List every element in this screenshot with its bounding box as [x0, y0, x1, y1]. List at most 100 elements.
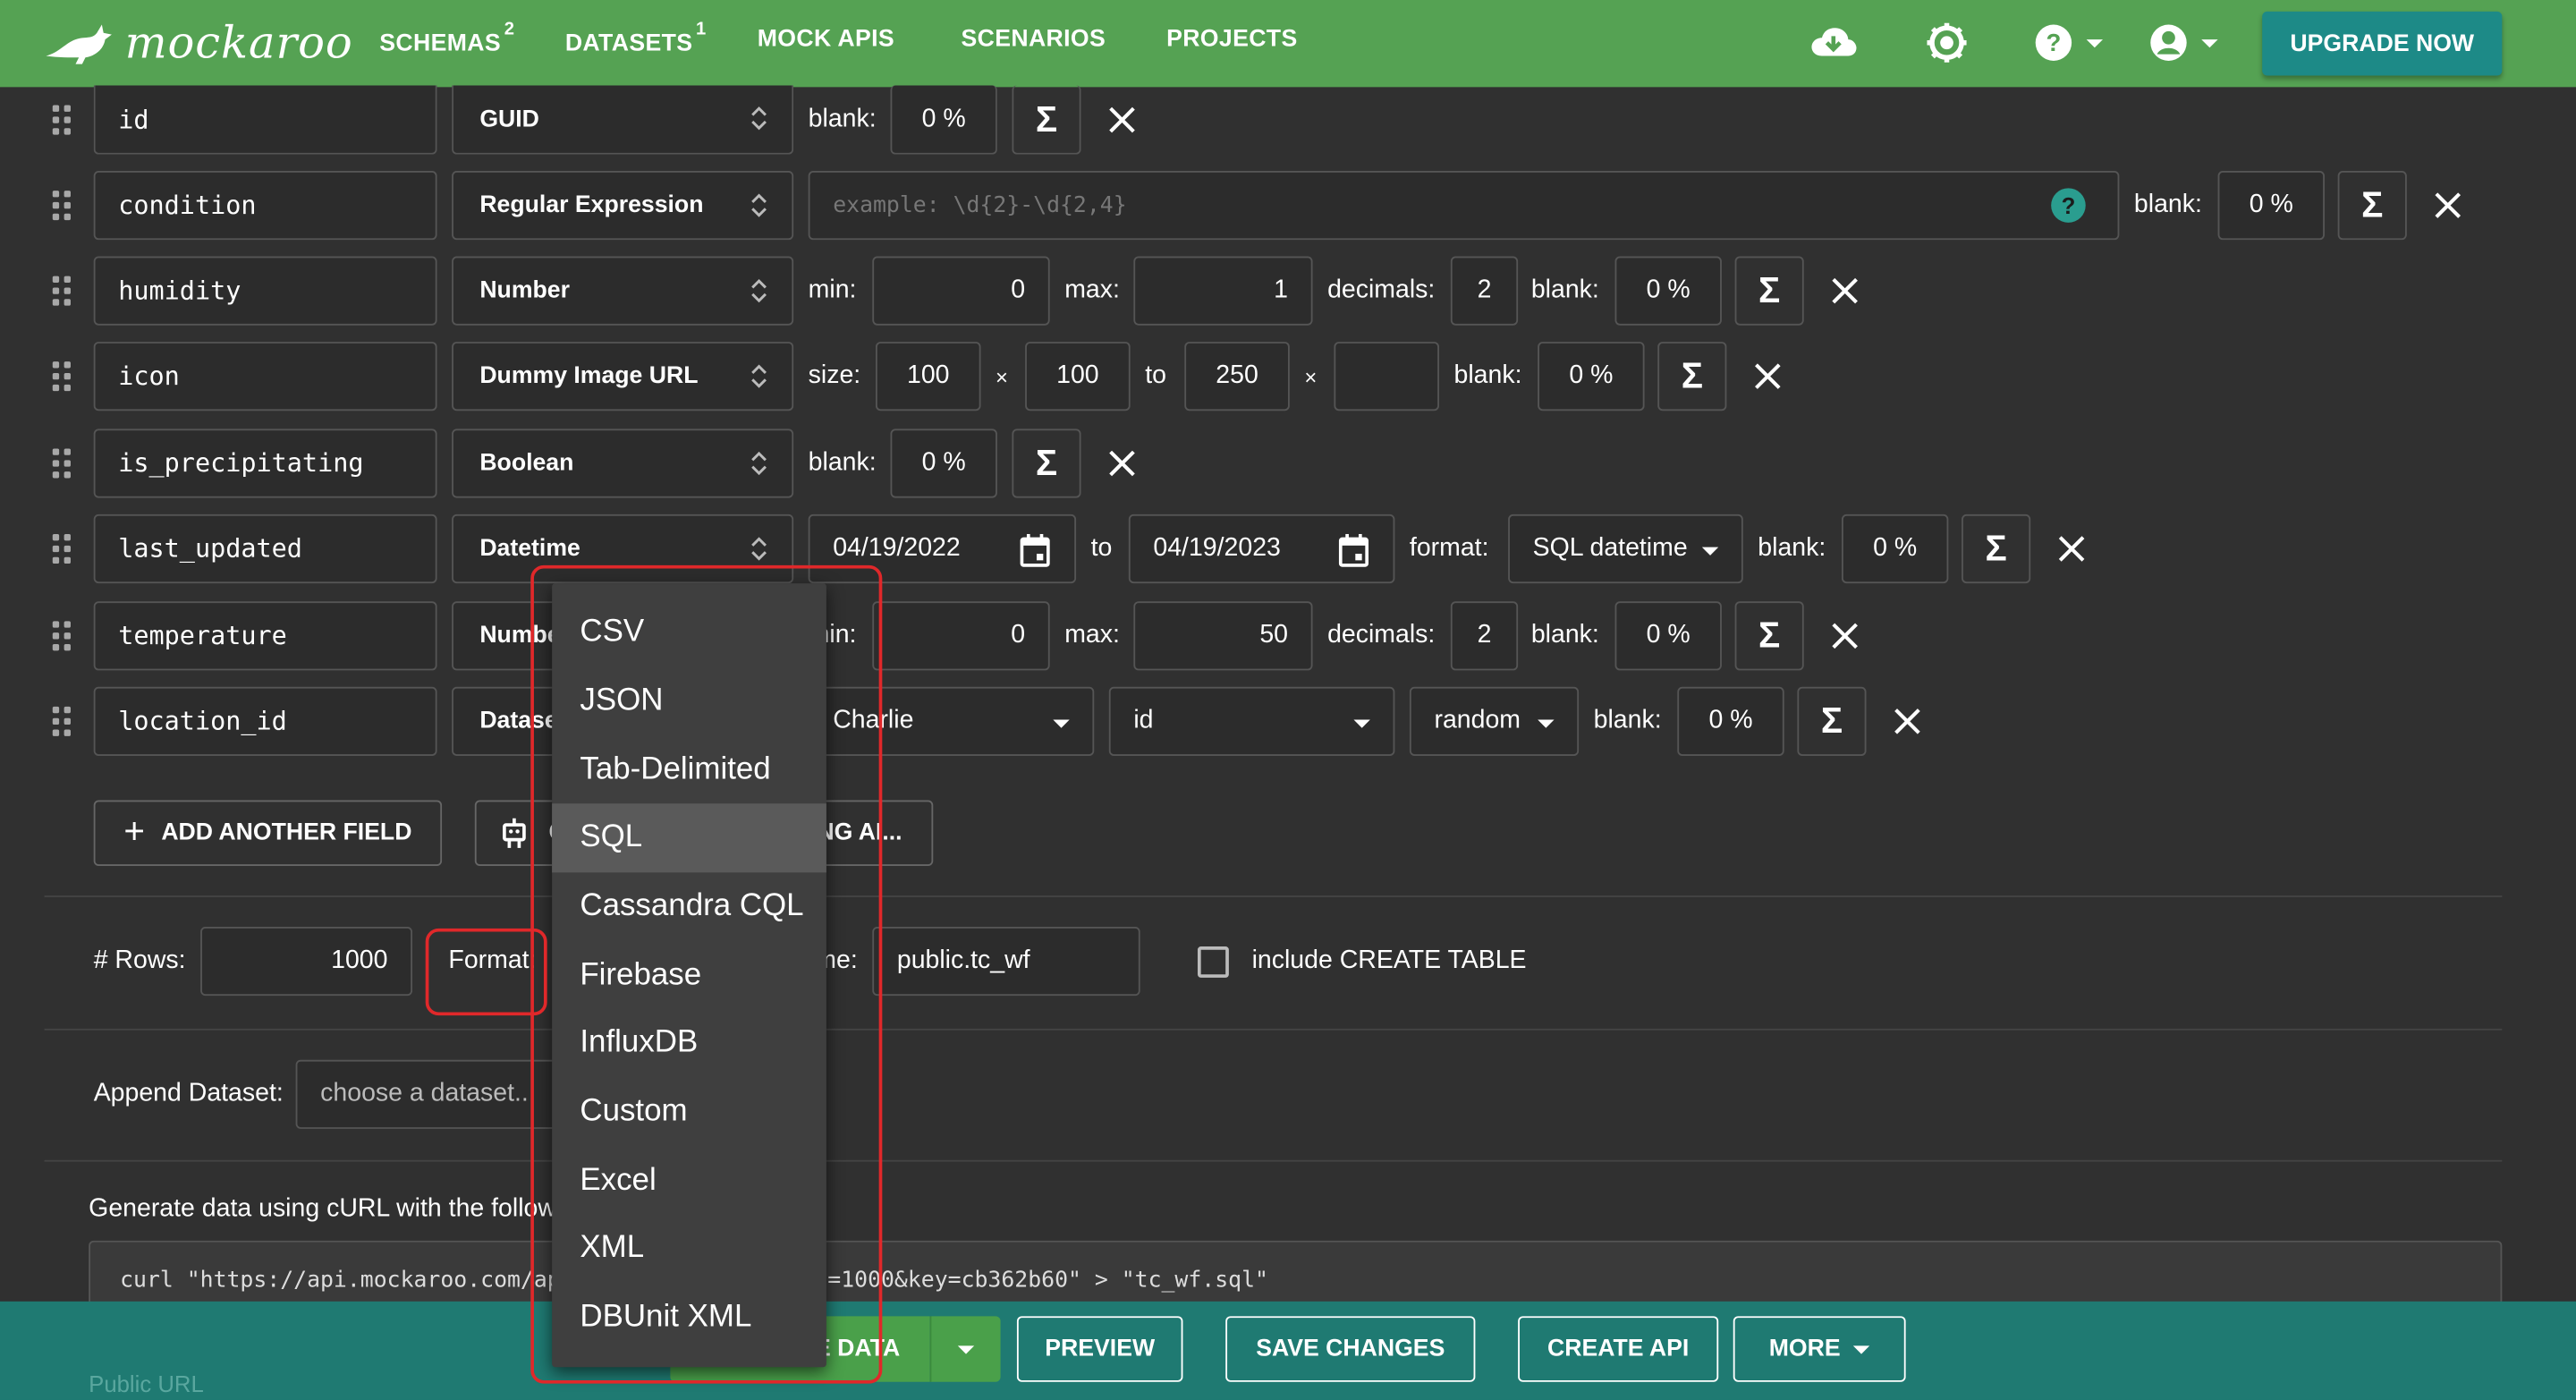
field-name-input[interactable]: humidity: [93, 256, 437, 326]
field-type-select[interactable]: Number: [452, 256, 794, 326]
more-button[interactable]: MORE: [1733, 1316, 1906, 1382]
drag-handle-icon[interactable]: [52, 105, 76, 135]
column-select[interactable]: id: [1108, 686, 1395, 756]
blank-percent-input[interactable]: 0 %: [1614, 256, 1722, 326]
close-icon[interactable]: [1107, 106, 1137, 135]
close-icon[interactable]: [1893, 707, 1922, 736]
max-height-input[interactable]: [1334, 342, 1439, 412]
account-menu[interactable]: [2148, 23, 2218, 63]
field-type-select[interactable]: Regular Expression: [452, 171, 794, 241]
field-row-humidity: humidity Number min: 0 max: 1 decimals: …: [0, 256, 2576, 326]
close-icon[interactable]: [1830, 276, 1860, 306]
nav-projects[interactable]: PROJECTS: [1166, 26, 1298, 52]
to-date-input[interactable]: 04/19/2023: [1128, 513, 1395, 584]
rows-input[interactable]: 1000: [200, 926, 413, 997]
drag-handle-icon[interactable]: [52, 276, 76, 306]
field-row-temperature: temperature Number min: 0 max: 50 decima…: [0, 601, 2576, 671]
nav-mock-apis[interactable]: MOCK APIS: [758, 26, 894, 52]
public-url-label: Public URL: [89, 1370, 204, 1397]
decimals-label: decimals:: [1327, 621, 1436, 649]
help-icon: ?: [2035, 24, 2072, 61]
save-changes-button[interactable]: SAVE CHANGES: [1225, 1316, 1476, 1382]
min-label: min:: [808, 276, 857, 304]
field-name-input[interactable]: temperature: [93, 601, 437, 671]
help-icon[interactable]: ?: [2050, 187, 2086, 223]
sigma-icon[interactable]: Σ: [1734, 601, 1804, 671]
kangaroo-logo-icon: [46, 24, 112, 64]
decimals-input[interactable]: 2: [1450, 256, 1519, 326]
sigma-icon[interactable]: Σ: [1657, 342, 1727, 412]
close-icon[interactable]: [2433, 191, 2462, 220]
field-name-input[interactable]: location_id: [93, 686, 437, 756]
close-icon[interactable]: [1107, 448, 1137, 478]
create-api-button[interactable]: CREATE API: [1518, 1316, 1719, 1382]
up-down-icon: [751, 537, 767, 561]
drag-handle-icon[interactable]: [52, 706, 76, 736]
nav-scenarios[interactable]: SCENARIOS: [961, 26, 1106, 52]
sigma-icon[interactable]: Σ: [1734, 256, 1804, 326]
blank-percent-input[interactable]: 0 %: [1614, 601, 1722, 671]
calendar-icon[interactable]: [1019, 532, 1052, 568]
chevron-down-icon: [1853, 1345, 1870, 1353]
sigma-icon[interactable]: Σ: [1012, 428, 1081, 498]
field-type-select[interactable]: Boolean: [452, 428, 794, 498]
field-type-select[interactable]: Dummy Image URL: [452, 342, 794, 412]
regex-pattern-input[interactable]: example: \d{2}-\d{2,4}: [808, 171, 2120, 241]
sigma-icon[interactable]: Σ: [1962, 513, 2031, 584]
blank-label: blank:: [808, 448, 877, 477]
field-name-input[interactable]: is_precipitating: [93, 428, 437, 498]
settings-icon[interactable]: [1926, 21, 1969, 64]
blank-percent-input[interactable]: 0 %: [890, 428, 997, 498]
cloud-download-icon[interactable]: [1809, 23, 1858, 63]
blank-percent-input[interactable]: 0 %: [1841, 513, 1949, 584]
blank-label: blank:: [1530, 276, 1599, 304]
sigma-icon[interactable]: Σ: [1012, 85, 1081, 155]
drag-handle-icon[interactable]: [52, 361, 76, 392]
times-label: ×: [996, 363, 1009, 389]
blank-percent-input[interactable]: 0 %: [1538, 342, 1645, 412]
field-name-input[interactable]: condition: [93, 171, 437, 241]
min-input[interactable]: 0: [872, 601, 1050, 671]
height-input[interactable]: 100: [1025, 342, 1131, 412]
up-down-icon: [751, 451, 767, 476]
upgrade-now-button[interactable]: UPGRADE NOW: [2262, 11, 2503, 76]
generate-options-button[interactable]: [929, 1316, 1001, 1382]
chevron-down-icon: [1538, 719, 1555, 728]
add-another-field-button[interactable]: + ADD ANOTHER FIELD: [93, 800, 443, 867]
field-name-input[interactable]: last_updated: [93, 513, 437, 584]
field-name-input[interactable]: icon: [93, 342, 437, 412]
table-name-input[interactable]: public.tc_wf: [872, 926, 1140, 997]
min-input[interactable]: 0: [872, 256, 1050, 326]
drag-handle-icon[interactable]: [52, 448, 76, 479]
max-label: max:: [1064, 621, 1120, 649]
close-icon[interactable]: [1753, 361, 1783, 391]
max-input[interactable]: 50: [1133, 601, 1313, 671]
create-table-checkbox[interactable]: [1197, 946, 1229, 978]
blank-percent-input[interactable]: 0 %: [890, 85, 997, 155]
sigma-icon[interactable]: Σ: [2337, 171, 2407, 241]
blank-percent-input[interactable]: 0 %: [2217, 171, 2325, 241]
max-width-input[interactable]: 250: [1184, 342, 1290, 412]
nav-datasets[interactable]: DATASETS1: [565, 20, 707, 57]
drag-handle-icon[interactable]: [52, 191, 76, 221]
drag-handle-icon[interactable]: [52, 533, 76, 564]
close-icon[interactable]: [1830, 621, 1860, 650]
selection-mode-select[interactable]: random: [1409, 686, 1580, 756]
width-input[interactable]: 100: [875, 342, 981, 412]
decimals-input[interactable]: 2: [1450, 601, 1519, 671]
nav-schemas[interactable]: SCHEMAS2: [379, 20, 514, 57]
sigma-icon[interactable]: Σ: [1797, 686, 1867, 756]
help-menu[interactable]: ?: [2034, 23, 2104, 63]
preview-button[interactable]: PREVIEW: [1016, 1316, 1183, 1382]
schemas-badge: 2: [504, 20, 515, 40]
field-type-select[interactable]: GUID: [452, 85, 794, 155]
blank-percent-input[interactable]: 0 %: [1677, 686, 1784, 756]
mockaroo-logo[interactable]: mockaroo: [43, 15, 353, 71]
size-label: size:: [808, 361, 861, 390]
date-format-select[interactable]: SQL datetime: [1508, 513, 1743, 584]
drag-handle-icon[interactable]: [52, 621, 76, 651]
max-input[interactable]: 1: [1133, 256, 1313, 326]
calendar-icon[interactable]: [1337, 532, 1370, 568]
close-icon[interactable]: [2057, 534, 2087, 564]
field-name-input[interactable]: id: [93, 85, 437, 155]
